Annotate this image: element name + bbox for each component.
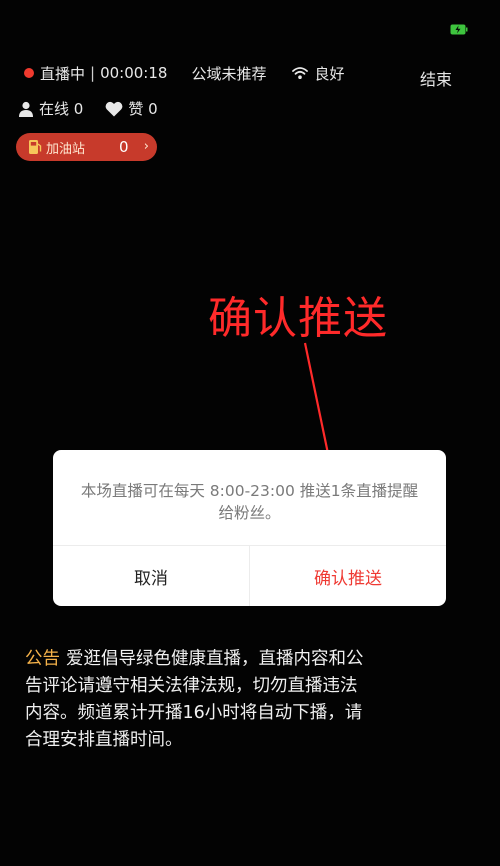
announcement-text: 爱逛倡导绿色健康直播，直播内容和公告评论请遵守相关法律法规，切勿直播违法内容。频… xyxy=(25,649,364,750)
fuel-station-label: 加油站 xyxy=(46,141,86,157)
audience-stats: 在线 0 赞 0 xyxy=(18,98,180,119)
online-count: 0 xyxy=(73,99,84,118)
dialog-message: 本场直播可在每天 8:00-23:00 推送1条直播提醒给粉丝。 xyxy=(80,482,419,522)
online-stat: 在线 0 xyxy=(18,98,83,119)
cancel-button[interactable]: 取消 xyxy=(53,546,249,606)
chevron-right-icon: › xyxy=(143,139,149,154)
battery-charging-icon xyxy=(450,24,468,35)
fuel-station-button[interactable]: 加油站 0 › xyxy=(16,133,157,161)
live-room-screen: 直播中 | 00:00:18 公域未推荐 良好 结束 在线 0 赞 0 加油站 … xyxy=(0,0,500,866)
signal-quality: 良好 xyxy=(314,64,345,83)
push-confirm-dialog: 本场直播可在每天 8:00-23:00 推送1条直播提醒给粉丝。 取消 确认推送 xyxy=(53,450,446,606)
status-separator: | xyxy=(90,64,96,82)
announcement-tag: 公告 xyxy=(25,649,60,669)
online-label: 在线 xyxy=(39,100,70,118)
heart-icon xyxy=(105,101,123,116)
live-indicator-dot xyxy=(24,68,34,78)
fuel-pump-icon xyxy=(29,140,42,154)
recommend-status: 公域未推荐 xyxy=(191,64,267,83)
likes-count: 0 xyxy=(148,99,158,118)
confirm-push-button[interactable]: 确认推送 xyxy=(250,546,446,606)
likes-stat: 赞 0 xyxy=(105,98,158,119)
person-icon xyxy=(19,101,33,117)
wifi-icon xyxy=(292,67,309,79)
end-live-button[interactable]: 结束 xyxy=(420,66,452,90)
live-status-bar: 直播中 | 00:00:18 公域未推荐 良好 xyxy=(24,62,344,84)
live-duration: 00:00:18 xyxy=(100,64,168,82)
annotation-label: 确认推送 xyxy=(208,293,388,344)
live-state: 直播中 xyxy=(40,64,86,83)
announcement: 公告 爱逛倡导绿色健康直播，直播内容和公告评论请遵守相关法律法规，切勿直播违法内容… xyxy=(25,646,365,754)
likes-label: 赞 xyxy=(128,100,144,118)
network-signal: 良好 xyxy=(292,63,344,84)
fuel-station-count: 0 xyxy=(119,138,129,156)
